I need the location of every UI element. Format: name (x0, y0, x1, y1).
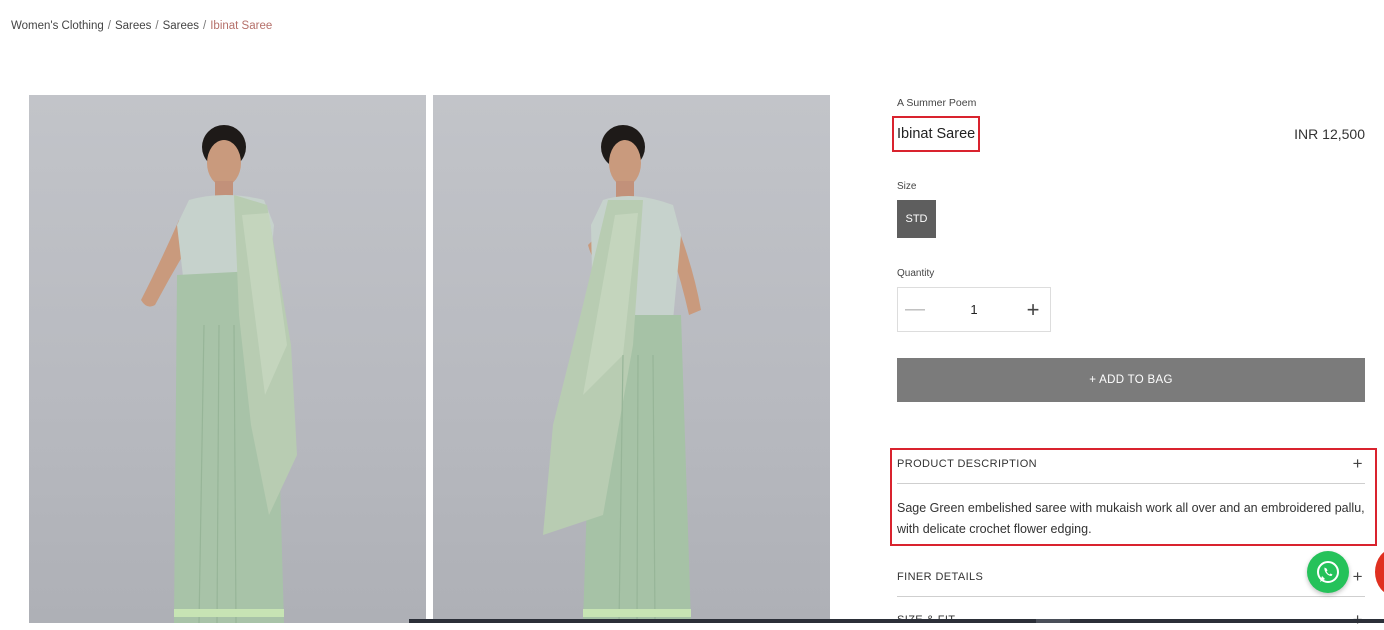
breadcrumb-separator: / (155, 20, 159, 32)
whatsapp-glyph-icon (1317, 561, 1339, 583)
highlight-box-title (892, 116, 980, 152)
quantity-label: Quantity (897, 268, 935, 279)
breadcrumb: Women's Clothing / Sarees / Sarees / Ibinat Sa… (11, 20, 272, 32)
brand-name[interactable]: A Summer Poem (897, 97, 976, 109)
product-image-side[interactable] (433, 95, 830, 623)
size-option-std[interactable]: STD (897, 200, 936, 238)
quantity-stepper: — 1 + (897, 287, 1051, 332)
whatsapp-icon[interactable] (1307, 551, 1349, 593)
product-image-front[interactable] (29, 95, 426, 623)
model-illustration (141, 125, 297, 623)
scrollbar-thumb[interactable] (1036, 619, 1070, 623)
breadcrumb-current: Ibinat Saree (210, 20, 273, 32)
highlight-box-description (890, 448, 1377, 546)
minus-icon[interactable]: — (898, 298, 932, 321)
divider (897, 596, 1365, 597)
quantity-value[interactable]: 1 (932, 302, 1016, 317)
finer-details-title: FINER DETAILS (897, 571, 984, 583)
product-price: INR 12,500 (1294, 126, 1365, 142)
size-label: Size (897, 181, 917, 192)
add-to-bag-button[interactable]: + ADD TO BAG (897, 358, 1365, 402)
bottom-scrollbar[interactable] (409, 619, 1384, 623)
chat-widget-button[interactable] (1375, 548, 1384, 596)
plus-icon[interactable]: + (1016, 297, 1050, 323)
breadcrumb-separator: / (203, 20, 207, 32)
model-illustration (543, 125, 701, 623)
breadcrumb-sarees[interactable]: Sarees (115, 20, 151, 32)
plus-icon[interactable]: + (1353, 567, 1363, 587)
breadcrumb-separator: / (107, 20, 111, 32)
breadcrumb-womens-clothing[interactable]: Women's Clothing (11, 20, 104, 32)
finer-details-header[interactable]: FINER DETAILS + (897, 567, 1365, 587)
breadcrumb-sarees-sub[interactable]: Sarees (163, 20, 199, 32)
